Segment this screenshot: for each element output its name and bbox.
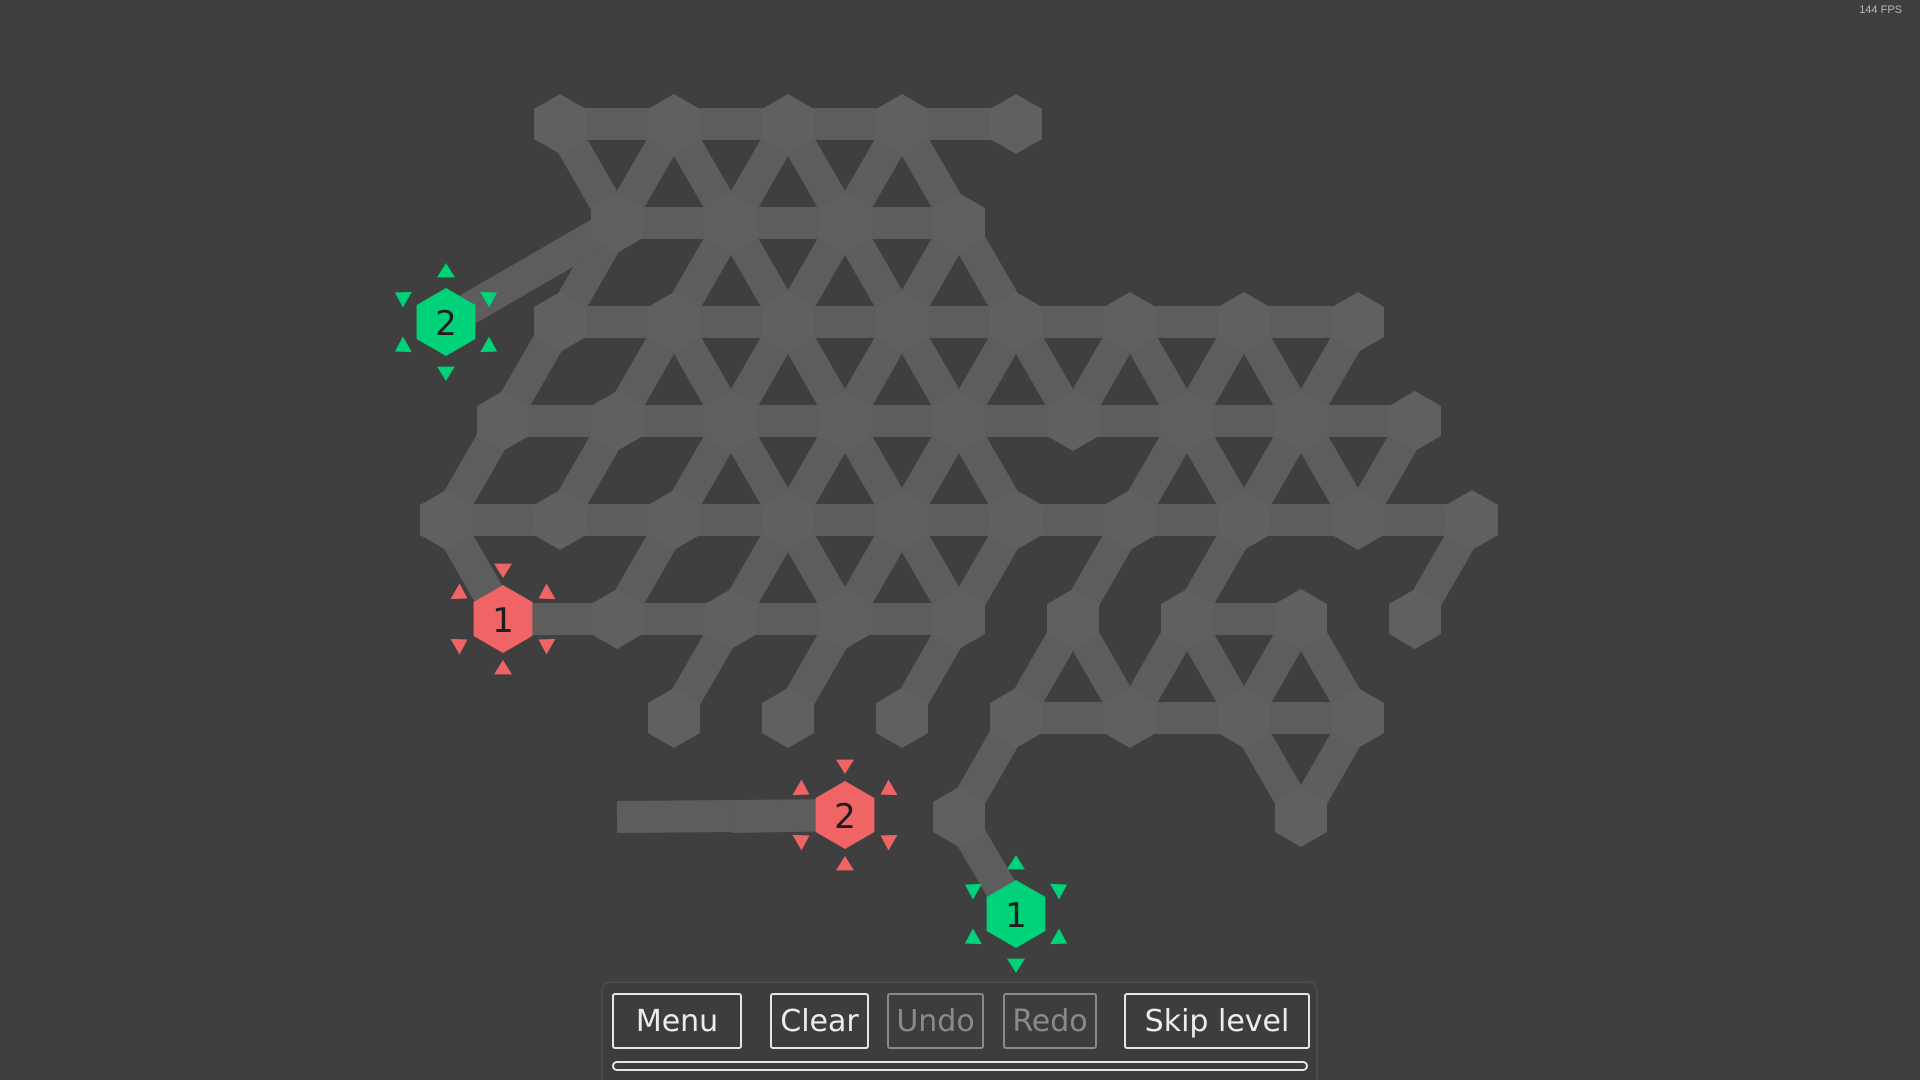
node-number: 2 — [435, 304, 457, 344]
node-green-2[interactable]: 2 — [394, 263, 498, 381]
node-number: 2 — [834, 797, 856, 837]
toolbar: Menu Clear Undo Redo Skip level — [601, 981, 1318, 1080]
node-arrow-icon — [836, 759, 854, 774]
node-arrow-icon — [437, 366, 455, 381]
track-joint — [990, 94, 1042, 154]
node-arrow-icon — [538, 583, 556, 600]
skip-level-button[interactable]: Skip level — [1124, 993, 1310, 1049]
node-arrow-icon — [792, 834, 810, 851]
undo-button[interactable]: Undo — [887, 993, 984, 1049]
redo-button[interactable]: Redo — [1003, 993, 1097, 1049]
clear-button[interactable]: Clear — [770, 993, 869, 1049]
node-arrow-icon — [394, 336, 412, 353]
node-number: 1 — [492, 601, 514, 641]
node-arrow-icon — [964, 883, 982, 900]
menu-button[interactable]: Menu — [612, 993, 742, 1049]
node-arrow-icon — [394, 291, 412, 308]
node-arrow-icon — [450, 638, 468, 655]
puzzle-board: 2 1 2 1 — [394, 94, 1498, 973]
node-arrow-icon — [538, 638, 556, 655]
node-arrow-icon — [480, 336, 498, 353]
node-arrow-icon — [494, 660, 512, 675]
node-arrow-icon — [1007, 958, 1025, 973]
node-arrow-icon — [964, 928, 982, 945]
node-arrow-icon — [494, 563, 512, 578]
node-arrow-icon — [1007, 855, 1025, 870]
node-arrow-icon — [1050, 883, 1068, 900]
level-progress-bar — [612, 1061, 1308, 1071]
node-arrow-icon — [1050, 928, 1068, 945]
node-arrow-icon — [792, 779, 810, 796]
node-arrow-icon — [437, 263, 455, 278]
node-arrow-icon — [450, 583, 468, 600]
node-arrow-icon — [880, 834, 898, 851]
node-number: 1 — [1005, 896, 1027, 936]
node-arrow-icon — [836, 856, 854, 871]
node-arrow-icon — [880, 779, 898, 796]
